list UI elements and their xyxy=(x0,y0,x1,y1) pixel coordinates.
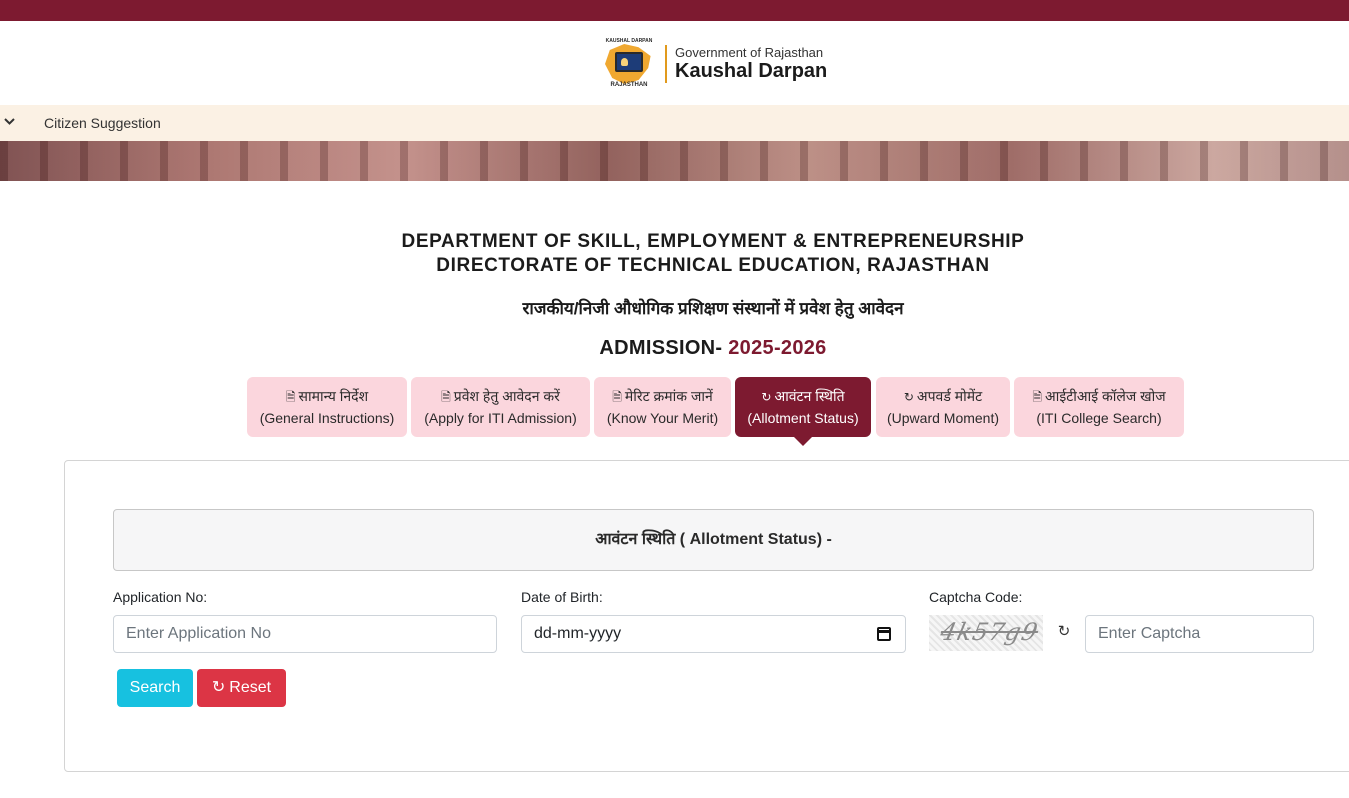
chevron-down-icon[interactable] xyxy=(4,116,18,130)
tab-english-label: (Upward Moment) xyxy=(886,410,1000,426)
application-no-label: Application No: xyxy=(113,589,208,605)
document-icon: 🗎 xyxy=(612,390,622,404)
emblem-top-text: KAUSHAL DARPAN xyxy=(605,38,653,44)
calendar-icon[interactable] xyxy=(877,627,891,641)
captcha-label: Captcha Code: xyxy=(929,589,1023,605)
tab-english-label: (General Instructions) xyxy=(259,410,395,426)
document-icon: 🗎 xyxy=(1032,390,1043,404)
dob-input[interactable]: dd-mm-yyyy xyxy=(521,615,906,653)
tab-allotment-status[interactable]: ↻ आवंटन स्थिति (Allotment Status) xyxy=(735,377,871,446)
hindi-title: राजकीय/निजी औधोगिक प्रशिक्षण संस्थानों म… xyxy=(522,299,904,318)
brand-divider xyxy=(665,45,667,83)
tab-hindi-label: मेरिट क्रमांक जानें xyxy=(624,388,713,404)
department-heading: DEPARTMENT OF SKILL, EMPLOYMENT & ENTREP… xyxy=(0,230,1349,278)
tab-hindi-label: अपवर्ड मोमेंट xyxy=(916,388,983,404)
refresh-icon: ↻ xyxy=(903,390,914,404)
tab-english-label: (Allotment Status) xyxy=(747,410,859,426)
brand-gov: Government of Rajasthan xyxy=(675,44,824,60)
emblem-bottom-text: RAJASTHAN xyxy=(610,82,648,88)
tab-hindi-label: सामान्य निर्देश xyxy=(298,388,369,404)
captcha-text: 4k57g9 xyxy=(938,618,1041,646)
department-line-1: DEPARTMENT OF SKILL, EMPLOYMENT & ENTREP… xyxy=(401,231,1025,252)
document-icon: 🗎 xyxy=(285,390,296,404)
reset-label: Reset xyxy=(229,679,272,696)
top-strip xyxy=(0,0,1349,21)
nav-item-citizen-suggestion[interactable]: Citizen Suggestion xyxy=(44,115,161,131)
refresh-icon: ↻ xyxy=(761,390,772,404)
department-line-2: DIRECTORATE OF TECHNICAL EDUCATION, RAJA… xyxy=(436,255,990,276)
document-icon: 🗎 xyxy=(441,390,451,404)
header-banner xyxy=(0,141,1349,181)
tab-hindi-label: प्रवेश हेतु आवेदन करें xyxy=(453,388,560,404)
brand-name: Kaushal Darpan xyxy=(675,60,828,83)
admission-heading: ADMISSION- 2025-2026 xyxy=(0,337,1349,360)
captcha-image: 4k57g9 xyxy=(929,615,1043,651)
tab-english-label: (Apply for ITI Admission) xyxy=(424,410,577,426)
tab-general-instructions[interactable]: 🗎 सामान्य निर्देश (General Instructions) xyxy=(247,377,407,437)
refresh-icon: ↻ xyxy=(211,679,226,696)
tab-apply-admission[interactable]: 🗎 प्रवेश हेतु आवेदन करें (Apply for ITI A… xyxy=(411,377,590,437)
tab-hindi-label: आवंटन स्थिति xyxy=(774,388,845,404)
kaushal-darpan-emblem-icon: KAUSHAL DARPAN RAJASTHAN xyxy=(603,38,655,90)
search-button[interactable]: Search xyxy=(117,669,193,707)
tab-upward-moment[interactable]: ↻ अपवर्ड मोमेंट (Upward Moment) xyxy=(876,377,1010,437)
tab-know-merit[interactable]: 🗎 मेरिट क्रमांक जानें (Know Your Merit) xyxy=(594,377,731,437)
dob-label: Date of Birth: xyxy=(521,589,603,605)
tab-english-label: (ITI College Search) xyxy=(1036,410,1162,426)
captcha-input[interactable] xyxy=(1085,615,1314,653)
tab-iti-college-search[interactable]: 🗎 आईटीआई कॉलेज खोज (ITI College Search) xyxy=(1014,377,1184,437)
tab-english-label: (Know Your Merit) xyxy=(606,410,719,426)
reset-button[interactable]: ↻ Reset xyxy=(197,669,286,707)
tab-hindi-label: आईटीआई कॉलेज खोज xyxy=(1045,388,1166,404)
navbar: Citizen Suggestion xyxy=(0,105,1349,141)
admission-year: 2025-2026 xyxy=(728,337,827,359)
admission-label: ADMISSION- xyxy=(599,337,729,359)
brand-text: Government of Rajasthan Kaushal Darpan xyxy=(675,44,828,83)
form-title: आवंटन स्थिति ( Allotment Status) - xyxy=(113,509,1314,571)
brand-logo[interactable]: KAUSHAL DARPAN RAJASTHAN Government of R… xyxy=(603,37,833,91)
dob-value: dd-mm-yyyy xyxy=(534,625,622,642)
application-no-input[interactable] xyxy=(113,615,497,653)
captcha-refresh-icon[interactable]: ↻ xyxy=(1056,624,1072,640)
